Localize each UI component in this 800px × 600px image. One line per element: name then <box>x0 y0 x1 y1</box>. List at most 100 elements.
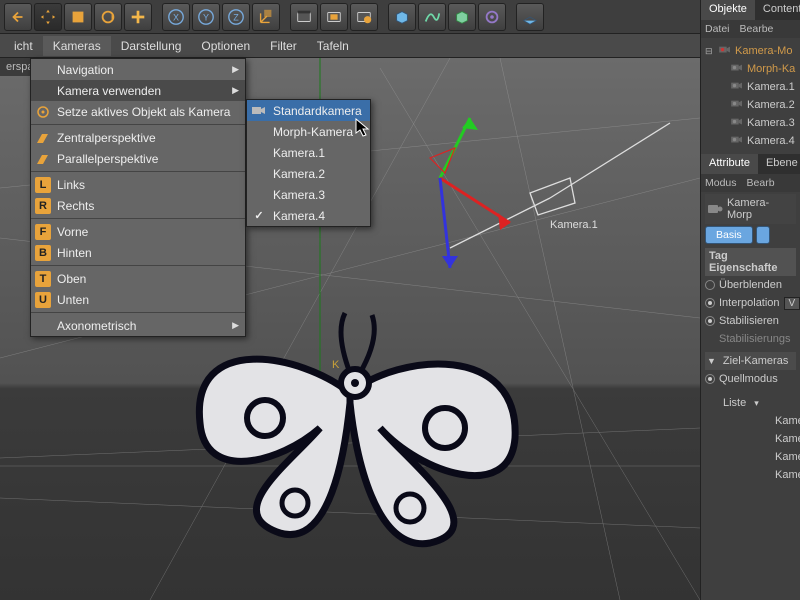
objects-tabs: Objekte Content <box>701 0 800 20</box>
menu-item-hinten[interactable]: BHinten <box>31 242 245 263</box>
tree-item-morph-ka[interactable]: Morph-Ka <box>703 60 798 78</box>
menu-item-zentralperspektive[interactable]: Zentralperspektive <box>31 127 245 148</box>
menu-item-links[interactable]: LLinks <box>31 174 245 195</box>
tree-item-kamera-3[interactable]: Kamera.3 <box>703 114 798 132</box>
menu-filter[interactable]: Filter <box>260 36 307 56</box>
tree-item-kamera-4[interactable]: Kamera.4 <box>703 132 798 150</box>
menu-item-kamera-3[interactable]: Kamera.3 <box>247 184 370 205</box>
liste-dropdown-icon[interactable]: ▾ <box>754 398 759 409</box>
menu-item-vorne[interactable]: FVorne <box>31 221 245 242</box>
blank-icon <box>35 83 51 99</box>
viewport-menubar: ichtKamerasDarstellungOptionenFilterTafe… <box>0 34 700 58</box>
quellmodus-radio[interactable] <box>705 374 715 384</box>
menu-darstellung[interactable]: Darstellung <box>111 36 192 56</box>
tree-item-label: Kamera.1 <box>747 81 795 93</box>
tree-item-kamera-2[interactable]: Kamera.2 <box>703 96 798 114</box>
btn-basis[interactable]: Basis <box>705 226 753 244</box>
tree-item-label: Kamera-Mo <box>735 45 792 57</box>
tree-item-kamera-1[interactable]: Kamera.1 <box>703 78 798 96</box>
prop-radio[interactable] <box>705 298 715 308</box>
blank-icon <box>251 166 267 182</box>
menu-item-kamera-1[interactable]: Kamera.1 <box>247 142 370 163</box>
menu-item-rechts[interactable]: RRechts <box>31 195 245 216</box>
main-toolbar: X Y Z <box>0 0 800 34</box>
move-icon[interactable] <box>34 3 62 31</box>
liste-item[interactable]: Kame <box>775 466 796 484</box>
tab-layers[interactable]: Ebene <box>758 154 800 174</box>
menu-item-navigation[interactable]: Navigation▶ <box>31 59 245 80</box>
axis-z-icon[interactable]: Z <box>222 3 250 31</box>
submenu-arrow-icon: ▶ <box>232 64 239 75</box>
ziel-header: Ziel-Kameras <box>723 355 788 367</box>
menu-item-label: Kamera.4 <box>273 209 325 223</box>
deformer-icon[interactable] <box>478 3 506 31</box>
tree-item-kamera-mo[interactable]: ⊟ Kamera-Mo <box>703 42 798 60</box>
menu-item-morph-kamera[interactable]: Morph-Kamera <box>247 121 370 142</box>
menu-item-kamera-verwenden[interactable]: Kamera verwenden▶ <box>31 80 245 101</box>
menu-item-label: Kamera verwenden <box>57 84 161 98</box>
prop-stabilisieren: Stabilisieren <box>705 312 796 330</box>
scale-icon[interactable] <box>64 3 92 31</box>
rotate-icon[interactable] <box>94 3 122 31</box>
prop-dropdown[interactable]: V <box>784 297 800 310</box>
menu-kameras[interactable]: Kameras <box>43 36 111 56</box>
menu-optionen[interactable]: Optionen <box>191 36 260 56</box>
tab-content[interactable]: Content <box>755 0 800 20</box>
tree-item-label: Morph-Ka <box>747 63 795 75</box>
menu-item-setze-aktives-objekt-als-kamera[interactable]: Setze aktives Objekt als Kamera <box>31 101 245 122</box>
render-icon[interactable] <box>290 3 318 31</box>
liste-item[interactable]: Kame <box>775 430 796 448</box>
camera-label: Kamera.1 <box>550 219 598 231</box>
menu-icht[interactable]: icht <box>4 36 43 56</box>
btn-extra[interactable] <box>756 226 770 244</box>
B-icon: B <box>35 245 51 261</box>
menu-item-parallelperspektive[interactable]: Parallelperspektive <box>31 148 245 169</box>
prop-radio[interactable] <box>705 316 715 326</box>
grid-icon[interactable] <box>516 3 544 31</box>
blank-icon <box>35 318 51 334</box>
menu-tafeln[interactable]: Tafeln <box>307 36 359 56</box>
object-tree[interactable]: ⊟Kamera-MoMorph-KaKamera.1Kamera.2Kamera… <box>701 38 800 154</box>
transform-icon[interactable] <box>124 3 152 31</box>
menu-item-unten[interactable]: UUnten <box>31 289 245 310</box>
attr-sub-edit[interactable]: Bearb <box>747 177 775 189</box>
undo-icon[interactable] <box>4 3 32 31</box>
render-settings-icon[interactable] <box>350 3 378 31</box>
spline-icon[interactable] <box>418 3 446 31</box>
tab-objects[interactable]: Objekte <box>701 0 755 20</box>
menu-item-label: Oben <box>57 272 86 286</box>
attr-title: Kamera-Morp <box>727 197 794 221</box>
menu-item-label: Rechts <box>57 199 94 213</box>
menu-item-label: Unten <box>57 293 89 307</box>
generator-icon[interactable] <box>448 3 476 31</box>
menu-item-standardkamera[interactable]: Standardkamera <box>247 100 370 121</box>
menu-item-kamera-2[interactable]: Kamera.2 <box>247 163 370 184</box>
disclose-icon[interactable]: ▼ <box>707 356 716 366</box>
obj-sub-edit[interactable]: Bearbe <box>740 23 774 35</box>
menu-item-label: Vorne <box>57 225 88 239</box>
primitive-cube-icon[interactable] <box>388 3 416 31</box>
coord-icon[interactable] <box>252 3 280 31</box>
twisty-icon[interactable]: ⊟ <box>705 46 715 57</box>
axis-y-icon[interactable]: Y <box>192 3 220 31</box>
svg-text:X: X <box>173 12 179 22</box>
camera-use-submenu[interactable]: Standardkamera Morph-Kamera Kamera.1 Kamera… <box>246 99 371 227</box>
liste-item[interactable]: Kame <box>775 448 796 466</box>
menu-item-axonometrisch[interactable]: Axonometrisch▶ <box>31 315 245 336</box>
render-region-icon[interactable] <box>320 3 348 31</box>
axis-x-icon[interactable]: X <box>162 3 190 31</box>
menu-item-label: Kamera.1 <box>273 146 325 160</box>
obj-sub-file[interactable]: Datei <box>705 23 730 35</box>
menu-item-oben[interactable]: TOben <box>31 268 245 289</box>
camera-icon <box>718 45 732 58</box>
section-tag-props: Tag Eigenschafte <box>705 248 796 276</box>
cameras-menu[interactable]: Navigation▶Kamera verwenden▶Setze aktive… <box>30 58 246 337</box>
menu-item-label: Standardkamera <box>273 104 362 118</box>
attr-sub-mode[interactable]: Modus <box>705 177 737 189</box>
tab-attributes[interactable]: Attribute <box>701 154 758 174</box>
liste-item[interactable]: Kame <box>775 412 796 430</box>
svg-text:Y: Y <box>203 12 209 22</box>
camera-morph-icon <box>707 203 723 215</box>
menu-item-kamera-4[interactable]: ✓Kamera.4 <box>247 205 370 226</box>
prop-radio[interactable] <box>705 280 715 290</box>
